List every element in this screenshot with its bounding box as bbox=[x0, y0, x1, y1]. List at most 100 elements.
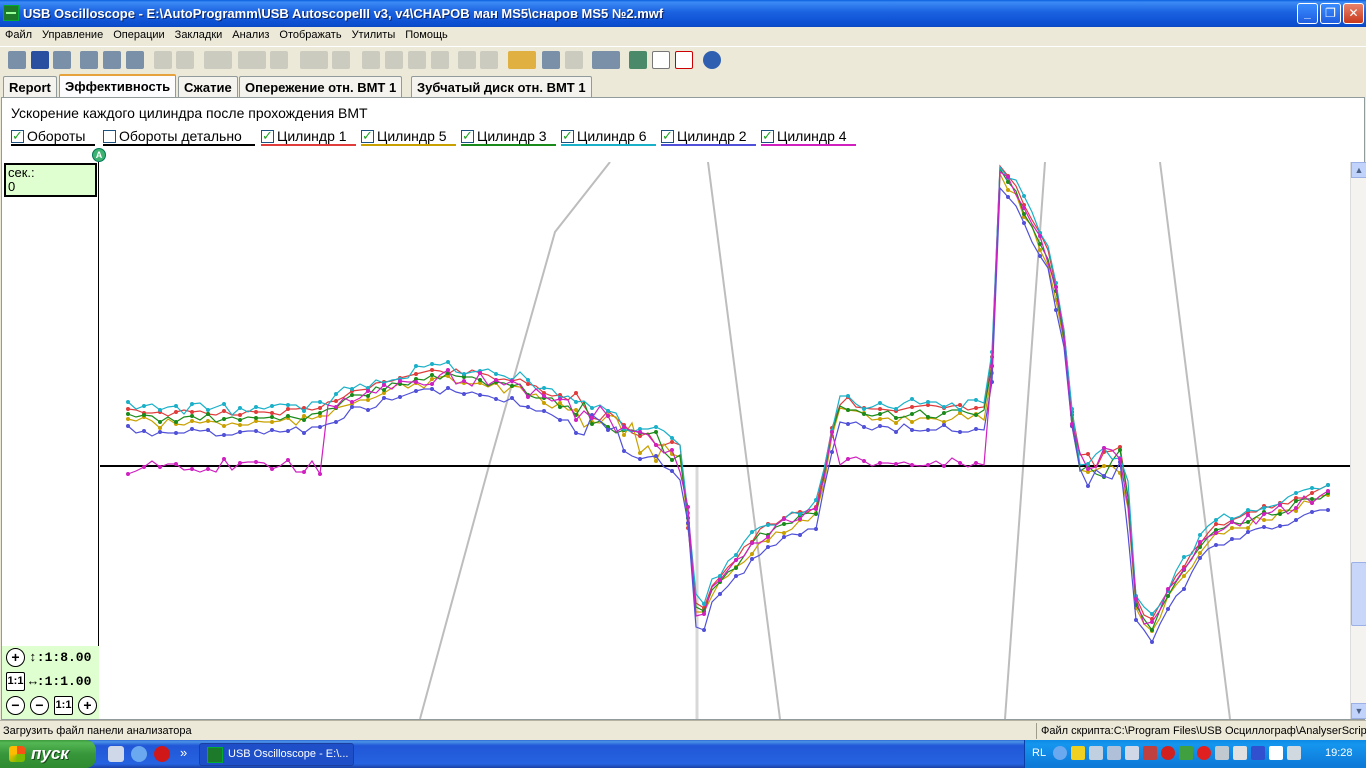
save-icon[interactable] bbox=[31, 51, 49, 69]
maximize-button[interactable]: ❐ bbox=[1320, 3, 1341, 24]
show-desktop-icon[interactable] bbox=[108, 746, 124, 762]
connection-icon[interactable] bbox=[1125, 746, 1139, 760]
scroll-down-icon[interactable]: ▼ bbox=[1351, 703, 1366, 719]
analyser-icon[interactable] bbox=[629, 51, 647, 69]
legend-cylinder-4[interactable]: Цилиндр 4 bbox=[761, 128, 856, 146]
tab-tooth-wheel[interactable]: Зубчатый диск отн. ВМТ 1 bbox=[411, 76, 592, 97]
cylinder-point bbox=[382, 383, 386, 387]
title-bar[interactable]: USB Oscilloscope - E:\AutoProgramm\USB A… bbox=[0, 0, 1366, 27]
menu-file[interactable]: Файл bbox=[0, 27, 37, 41]
oscilloscope-app-icon[interactable] bbox=[3, 5, 19, 21]
check-all-icon[interactable] bbox=[408, 51, 426, 69]
scroll-up-icon[interactable]: ▲ bbox=[1351, 162, 1366, 178]
checkbox-cylinder-3[interactable] bbox=[461, 128, 474, 144]
help-icon[interactable] bbox=[703, 51, 721, 69]
reset-zoom-button[interactable]: 1:1 bbox=[54, 696, 73, 715]
legend-rpm[interactable]: Обороты bbox=[11, 128, 95, 146]
cylinder-acceleration-plot[interactable] bbox=[100, 162, 1350, 719]
menu-display[interactable]: Отображать bbox=[274, 27, 346, 41]
menu-control[interactable]: Управление bbox=[37, 27, 108, 41]
print-icon[interactable] bbox=[53, 51, 71, 69]
tab-compression[interactable]: Сжатие bbox=[178, 76, 238, 97]
cylinder-point bbox=[494, 378, 498, 382]
stop-icon[interactable] bbox=[565, 51, 583, 69]
signal-bars-icon[interactable] bbox=[1107, 746, 1121, 760]
legend-cylinder-3[interactable]: Цилиндр 3 bbox=[461, 128, 556, 146]
zoom-in-button[interactable]: + bbox=[78, 696, 97, 715]
document-icon[interactable] bbox=[652, 51, 670, 69]
open-file-icon[interactable] bbox=[8, 51, 26, 69]
menu-operations[interactable]: Операции bbox=[108, 27, 169, 41]
opera-tray-icon[interactable] bbox=[1197, 746, 1211, 760]
check-down-icon[interactable] bbox=[385, 51, 403, 69]
cursor-icon[interactable] bbox=[154, 51, 172, 69]
cylinder-point bbox=[702, 612, 706, 616]
zoom-out-horizontal-button[interactable]: − bbox=[6, 696, 25, 715]
checkbox-rpm-detail[interactable] bbox=[103, 130, 116, 143]
close-analyser-icon[interactable] bbox=[675, 51, 693, 69]
undo-icon[interactable] bbox=[270, 51, 288, 69]
security-shield-icon[interactable] bbox=[1071, 746, 1085, 760]
language-indicator[interactable]: RL bbox=[1032, 747, 1046, 759]
reset-horizontal-button[interactable]: 1:1 bbox=[6, 672, 25, 691]
quicklaunch-chevron-icon[interactable]: » bbox=[180, 745, 187, 760]
marker-a[interactable]: A bbox=[92, 148, 106, 162]
cylinder-point bbox=[606, 428, 610, 432]
scroll-thumb[interactable] bbox=[1351, 562, 1366, 626]
cylinder-point bbox=[702, 628, 706, 632]
network-icon[interactable] bbox=[1089, 746, 1103, 760]
tab-report[interactable]: Report bbox=[3, 76, 57, 97]
checkbox-cylinder-5[interactable] bbox=[361, 128, 374, 144]
speaker-icon[interactable] bbox=[1287, 746, 1301, 760]
tab-advance-tdc[interactable]: Опережение отн. ВМТ 1 bbox=[239, 76, 403, 97]
menu-utilities[interactable]: Утилиты bbox=[347, 27, 401, 41]
signal-dropdown-icon[interactable] bbox=[204, 51, 232, 69]
opera-icon[interactable] bbox=[154, 746, 170, 762]
folder-dropdown-icon[interactable] bbox=[508, 51, 536, 69]
checkbox-cylinder-2[interactable] bbox=[661, 128, 674, 144]
start-button[interactable]: пуск bbox=[0, 740, 96, 768]
disconnected-network-icon[interactable] bbox=[1143, 746, 1157, 760]
signal2-dropdown-icon[interactable] bbox=[238, 51, 266, 69]
tool-icon[interactable] bbox=[126, 51, 144, 69]
keyboard-dropdown-icon[interactable] bbox=[592, 51, 620, 69]
legend-cylinder-2[interactable]: Цилиндр 2 bbox=[661, 128, 756, 146]
checkbox-cylinder-1[interactable] bbox=[261, 128, 274, 144]
browser-icon[interactable] bbox=[131, 746, 147, 762]
phone-icon[interactable] bbox=[1215, 746, 1229, 760]
frame-icon[interactable] bbox=[458, 51, 476, 69]
measure-icon[interactable] bbox=[176, 51, 194, 69]
legend-cylinder-6[interactable]: Цилиндр 6 bbox=[561, 128, 656, 146]
view-dropdown-icon[interactable] bbox=[300, 51, 328, 69]
delete-icon[interactable] bbox=[332, 51, 350, 69]
minimize-button[interactable]: _ bbox=[1297, 3, 1318, 24]
menu-analysis[interactable]: Анализ bbox=[227, 27, 274, 41]
checkbox-rpm[interactable] bbox=[11, 128, 24, 144]
back-arrow-icon[interactable] bbox=[1053, 746, 1067, 760]
legend-cylinder-5[interactable]: Цилиндр 5 bbox=[361, 128, 456, 146]
display-icon[interactable] bbox=[1269, 746, 1283, 760]
checkbox-cylinder-6[interactable] bbox=[561, 128, 574, 144]
menu-bookmarks[interactable]: Закладки bbox=[170, 27, 228, 41]
menu-help[interactable]: Помощь bbox=[400, 27, 453, 41]
frame-edit-icon[interactable] bbox=[480, 51, 498, 69]
bluetooth-icon[interactable] bbox=[1251, 746, 1265, 760]
close-button[interactable]: ✕ bbox=[1343, 3, 1364, 24]
legend-cylinder-1[interactable]: Цилиндр 1 bbox=[261, 128, 356, 146]
page-icon[interactable] bbox=[431, 51, 449, 69]
update-icon[interactable] bbox=[1179, 746, 1193, 760]
play-icon[interactable] bbox=[542, 51, 560, 69]
usb-icon[interactable] bbox=[1233, 746, 1247, 760]
checkbox-cylinder-4[interactable] bbox=[761, 128, 774, 144]
settings-icon[interactable] bbox=[80, 51, 98, 69]
check-icon[interactable] bbox=[362, 51, 380, 69]
vertical-scrollbar[interactable]: ▲ ▼ bbox=[1350, 162, 1366, 719]
plot-area[interactable] bbox=[100, 162, 1350, 719]
taskbar-button-oscilloscope[interactable]: USB Oscilloscope - E:\... bbox=[199, 743, 354, 766]
copy-icon[interactable] bbox=[103, 51, 121, 69]
legend-rpm-detail[interactable]: Обороты детально bbox=[103, 128, 255, 146]
antivirus-icon[interactable] bbox=[1161, 746, 1175, 760]
zoom-out-button[interactable]: − bbox=[30, 696, 49, 715]
tab-efficiency[interactable]: Эффективность bbox=[59, 74, 177, 98]
zoom-in-vertical-button[interactable]: + bbox=[6, 648, 25, 667]
